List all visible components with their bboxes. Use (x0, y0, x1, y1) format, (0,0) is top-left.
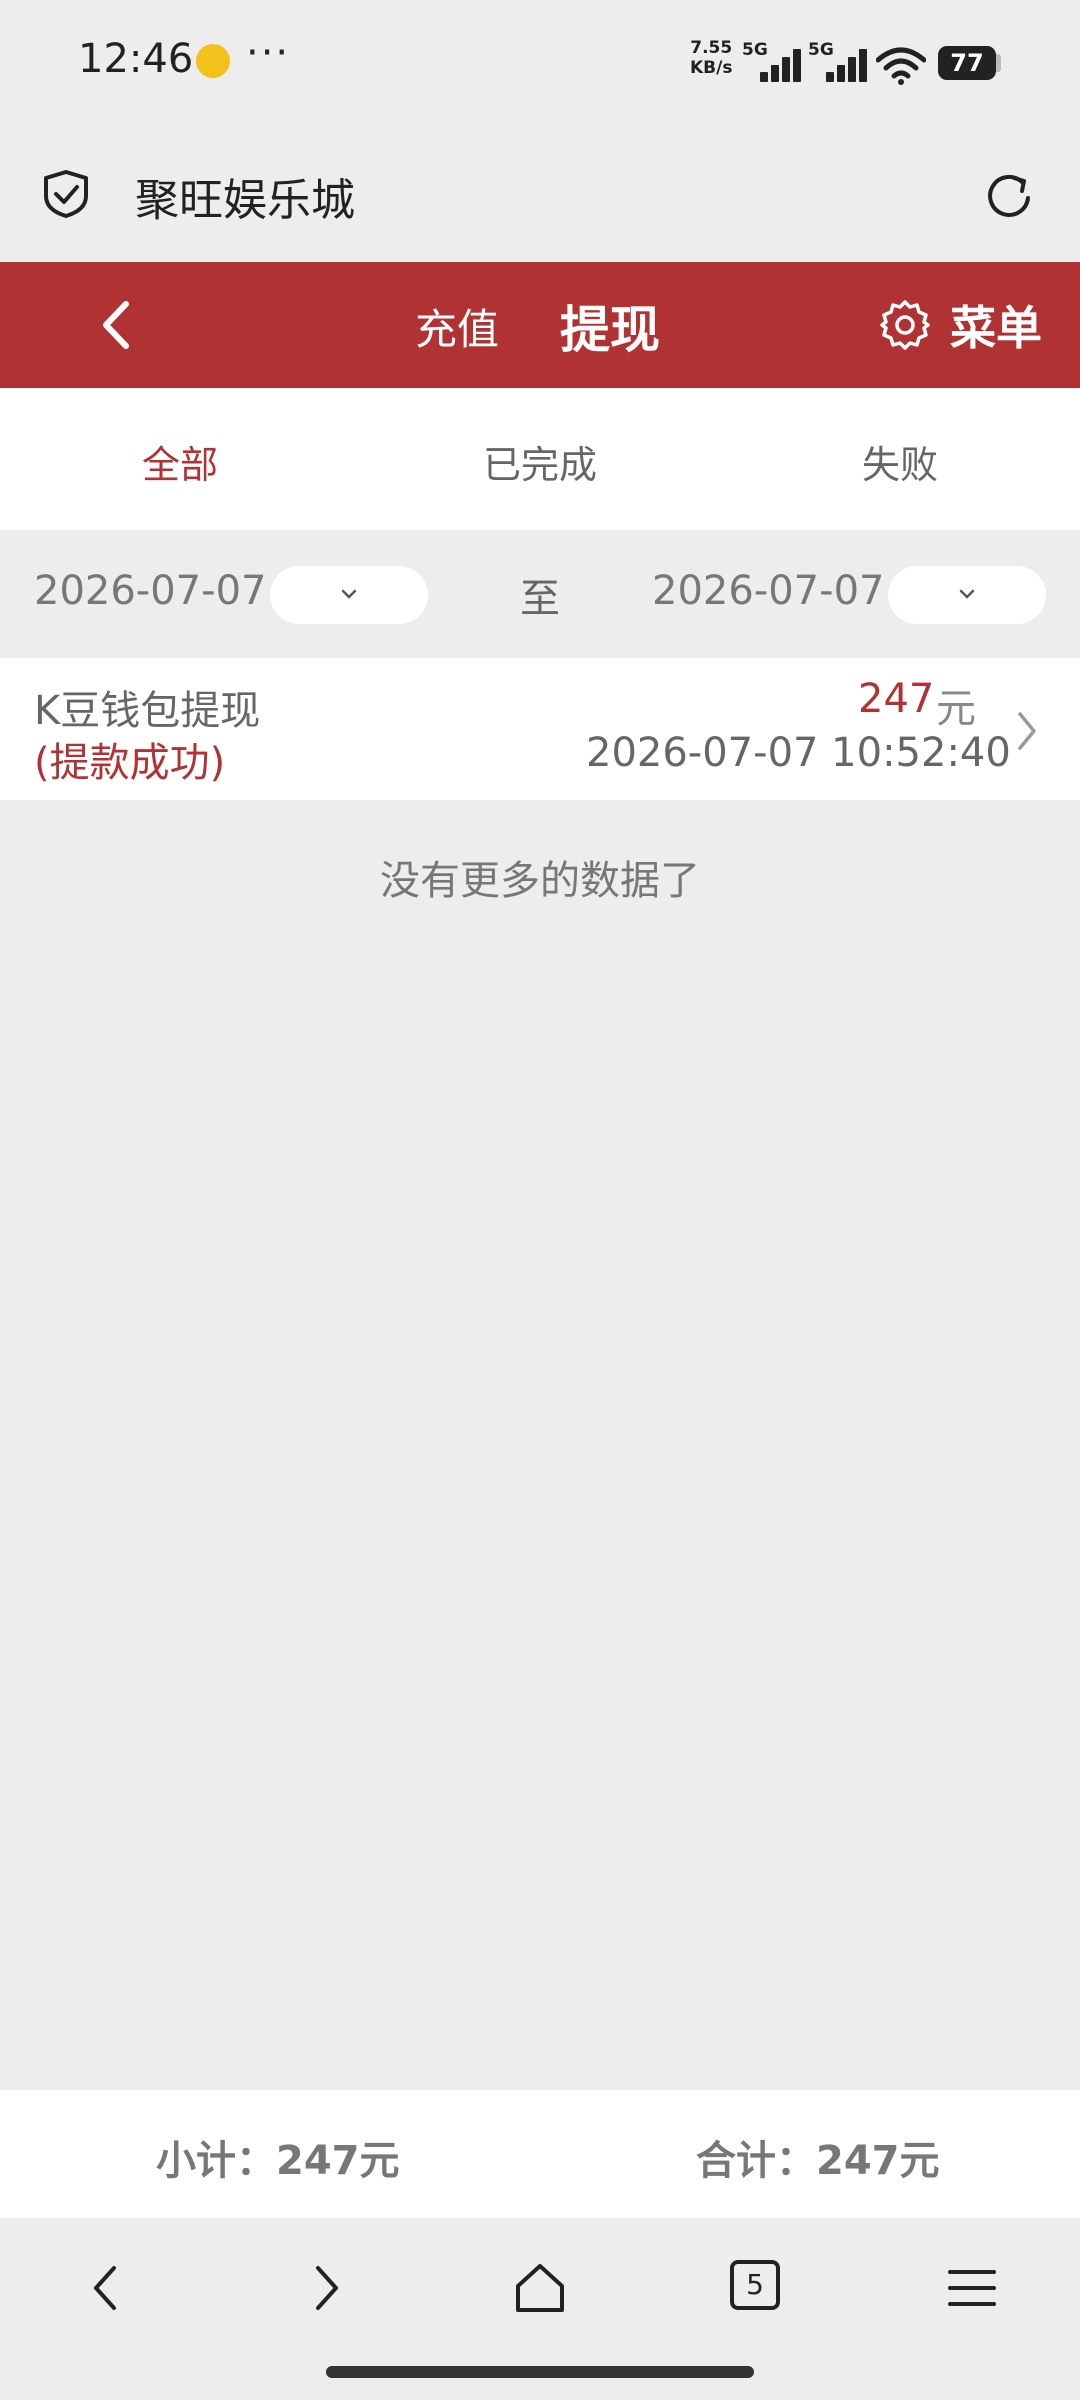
record-status: (提款成功) (34, 740, 226, 786)
gear-icon[interactable] (878, 298, 932, 352)
date-to-picker[interactable] (888, 566, 1046, 624)
home-icon[interactable] (510, 2258, 570, 2318)
tab-withdraw[interactable]: 提现 (560, 290, 660, 362)
network-speed-value: 7.55 (690, 38, 733, 58)
date-from-value: 2026-07-07 (34, 568, 267, 614)
signal-icon: 5G (742, 40, 808, 86)
network-speed: 7.55 KB/s (690, 38, 732, 78)
tab-all[interactable]: 全部 (70, 434, 290, 489)
subtotal: 小计：247元 (156, 2138, 400, 2184)
chevron-down-icon (959, 589, 975, 599)
record-amount: 247 (858, 676, 935, 722)
menu-button[interactable]: 菜单 (950, 292, 1042, 358)
tab-failed[interactable]: 失败 (790, 434, 1010, 489)
notification-emoji-icon (196, 44, 230, 78)
record-title: K豆钱包提现 (34, 688, 261, 734)
record-unit: 元 (936, 686, 976, 732)
tab-recharge[interactable]: 充值 (415, 296, 499, 357)
grand-total: 合计：247元 (696, 2138, 940, 2184)
date-from-picker[interactable] (270, 566, 428, 624)
menu-icon[interactable] (942, 2258, 1002, 2318)
forward-icon[interactable] (294, 2258, 354, 2318)
date-to-value: 2026-07-07 (652, 568, 885, 614)
battery-cap (996, 54, 1001, 72)
tab-completed[interactable]: 已完成 (430, 434, 650, 489)
shield-check-icon[interactable] (40, 168, 92, 220)
chevron-down-icon (341, 589, 357, 599)
network-speed-unit: KB/s (690, 58, 733, 78)
chevron-right-icon[interactable] (1014, 708, 1040, 754)
signal-icon: 5G (808, 40, 874, 86)
battery-icon: 77 (938, 46, 996, 80)
date-range-separator: 至 (520, 576, 560, 622)
status-more-dots: ··· (246, 30, 291, 76)
site-title: 聚旺娱乐城 (135, 175, 355, 226)
no-more-data-text: 没有更多的数据了 (380, 858, 700, 904)
refresh-icon[interactable] (982, 168, 1038, 224)
record-time: 2026-07-07 10:52:40 (586, 730, 1011, 776)
chevron-left-icon[interactable] (86, 290, 146, 360)
tabs-icon[interactable]: 5 (730, 2260, 780, 2310)
home-indicator[interactable] (326, 2366, 754, 2378)
back-icon[interactable] (78, 2258, 138, 2318)
wifi-icon (876, 47, 926, 85)
status-time: 12:46 (78, 36, 194, 82)
